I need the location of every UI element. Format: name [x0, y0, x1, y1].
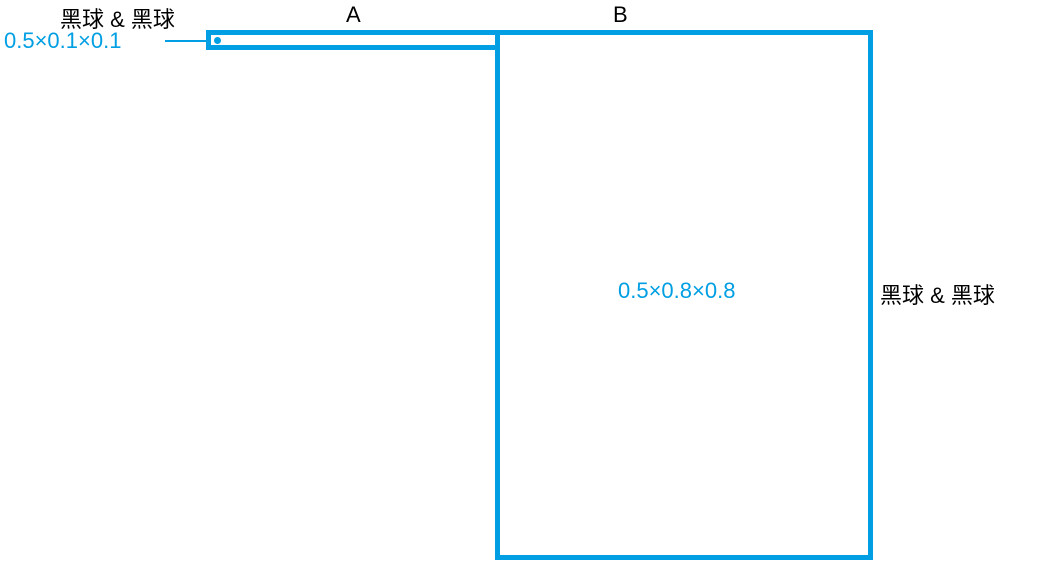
label-right: 黑球 & 黑球 — [880, 278, 995, 310]
marker-dot — [214, 37, 221, 44]
leader-line — [165, 40, 210, 42]
value-small: 0.5×0.1×0.1 — [4, 28, 121, 54]
value-large: 0.5×0.8×0.8 — [618, 278, 735, 304]
box-a — [206, 30, 500, 50]
label-b: B — [613, 2, 628, 28]
label-a: A — [346, 2, 361, 28]
